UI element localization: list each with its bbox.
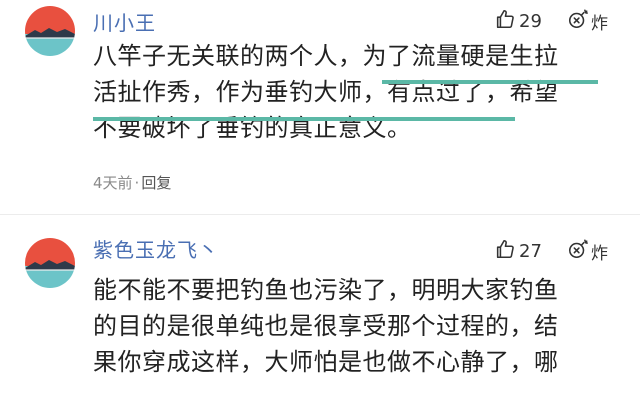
reply-button[interactable]: 回复 xyxy=(141,172,171,193)
comment-item: 川小王 29 炸 八竿子无关联的两个人，为了流量硬是生拉 活扯作秀，作为垂钓大师… xyxy=(0,0,640,212)
like-button[interactable]: 27 xyxy=(494,238,542,264)
like-count: 29 xyxy=(519,10,542,32)
timestamp: 4天前 xyxy=(93,174,133,192)
username[interactable]: 川小王 xyxy=(93,7,156,36)
avatar[interactable] xyxy=(25,238,75,288)
thumbs-up-icon xyxy=(494,8,516,34)
avatar[interactable] xyxy=(25,6,75,56)
highlight-underline xyxy=(93,117,515,121)
divider xyxy=(0,214,640,215)
like-button[interactable]: 29 xyxy=(494,8,542,34)
bomb-icon xyxy=(567,8,589,34)
bomb-icon xyxy=(567,238,589,264)
bomb-label: 炸 xyxy=(591,243,608,264)
comment-item: 紫色玉龙飞丶 27 炸 能不能不要把钓鱼也污染了，明明大家钓鱼 的目的是很单纯也… xyxy=(0,222,640,410)
bomb-button[interactable]: 炸 xyxy=(567,238,608,264)
like-count: 27 xyxy=(519,240,542,262)
comment-line: 能不能不要把钓鱼也污染了，明明大家钓鱼 xyxy=(93,276,559,304)
username[interactable]: 紫色玉龙飞丶 xyxy=(93,234,219,263)
comment-line: 八竿子无关联的两个人，为了流量硬是生拉 xyxy=(93,42,559,70)
comment-line: 果你穿成这样，大师怕是也做不心静了，哪 xyxy=(93,348,559,376)
highlight-underline xyxy=(382,80,598,84)
comment-line: 不要破坏了垂钓的真正意义。 xyxy=(93,114,412,142)
comment-line: 的目的是很单纯也是很享受那个过程的，结 xyxy=(93,312,559,340)
comment-meta: 4天前 · 回复 xyxy=(93,172,171,193)
comment-text: 能不能不要把钓鱼也污染了，明明大家钓鱼 的目的是很单纯也是很享受那个过程的，结 … xyxy=(93,272,613,380)
bomb-button[interactable]: 炸 xyxy=(567,8,608,34)
bomb-label: 炸 xyxy=(591,13,608,34)
thumbs-up-icon xyxy=(494,238,516,264)
comment-text: 八竿子无关联的两个人，为了流量硬是生拉 活扯作秀，作为垂钓大师，有点过了，希望 … xyxy=(93,38,613,146)
meta-separator: · xyxy=(134,173,140,192)
comment-list: 川小王 29 炸 八竿子无关联的两个人，为了流量硬是生拉 活扯作秀，作为垂钓大师… xyxy=(0,0,640,410)
